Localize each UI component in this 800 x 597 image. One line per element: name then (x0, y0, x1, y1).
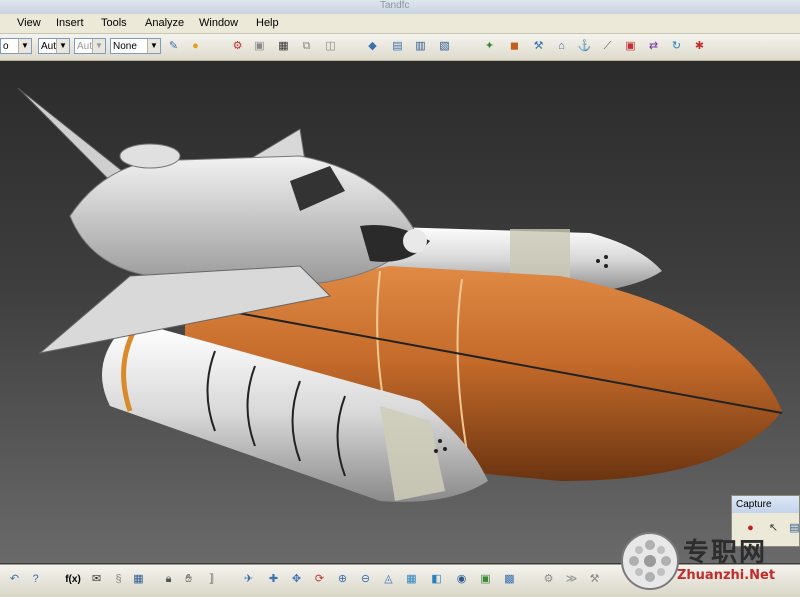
copy-icon[interactable]: ⧉ (298, 38, 315, 55)
swap-icon[interactable]: ⇄ (645, 38, 662, 55)
chevron-down-icon: ▼ (18, 39, 31, 53)
swap-visible-icon[interactable]: ▩ (501, 571, 518, 588)
chevron-down-icon: ▼ (56, 39, 69, 53)
watermark-chinese-text: 专职网 (683, 538, 768, 568)
combo-value: o (3, 41, 9, 52)
table-icon[interactable]: ▦ (130, 571, 147, 588)
zoom-out-icon[interactable]: ⊖ (357, 571, 374, 588)
snap-icon[interactable]: ⌂ (553, 38, 570, 55)
settings-icon-2[interactable]: ✱ (691, 38, 708, 55)
pan-icon[interactable]: ✚ (265, 571, 282, 588)
shading-icon[interactable]: ◉ (453, 571, 470, 588)
iso-view-icon[interactable]: ▦ (403, 571, 420, 588)
menu-bar: View Insert Tools Analyze Window Help (0, 14, 800, 34)
hand-icon[interactable]: ✋︎ (180, 571, 197, 588)
menu-insert[interactable]: Insert (56, 17, 84, 29)
freeze-icon[interactable]: ▣ (251, 38, 268, 55)
combo-value: None (113, 41, 137, 52)
measure-icon[interactable]: ⚙ (229, 38, 246, 55)
normal-view-icon[interactable]: ◬ (380, 571, 397, 588)
hide-show-icon[interactable]: ▣ (477, 571, 494, 588)
tree-icon[interactable]: ⚙ (540, 571, 557, 588)
space-shuttle-model (17, 87, 783, 502)
undo-icon[interactable]: ↶ (6, 571, 23, 588)
catalog-icon[interactable]: ▥ (412, 38, 429, 55)
combo-value: Aut (41, 41, 57, 52)
settings-icon[interactable]: ↻ (668, 38, 685, 55)
whats-this-icon[interactable]: ? (27, 571, 44, 588)
chevron-down-icon: ▼ (147, 39, 160, 53)
lock-icon[interactable]: 🔒︎ (160, 571, 177, 588)
line-weight-combo[interactable]: Aut ▼ (74, 38, 106, 54)
rotate-view-icon[interactable]: ⟳ (311, 571, 328, 588)
watermark: 专职网 Zhuanzhi.Net (617, 526, 800, 596)
window-title-bar: Tandfc (0, 0, 800, 14)
part-icon[interactable]: ◼ (506, 38, 523, 55)
param-icon[interactable]: § (110, 571, 127, 588)
cube-icon[interactable]: ◆ (364, 38, 381, 55)
clip-icon[interactable]: ⚓ (576, 38, 593, 55)
chevron-down-icon: ▼ (92, 39, 105, 53)
quick-icon[interactable]: ▣ (622, 38, 639, 55)
layer-combo[interactable]: None ▼ (110, 38, 161, 54)
measure-view-icon[interactable]: ⚒ (586, 571, 603, 588)
formula-icon[interactable]: f(x) (62, 571, 84, 588)
menu-view[interactable]: View (17, 17, 41, 29)
tool-icon[interactable]: ✦ (481, 38, 498, 55)
3d-viewport[interactable] (0, 61, 800, 563)
material-icon[interactable]: ● (187, 38, 204, 55)
comment-icon[interactable]: ✉ (88, 571, 105, 588)
pattern-icon[interactable]: ▤ (389, 38, 406, 55)
rotate-icon[interactable]: ⟋ (599, 38, 616, 55)
cube-view-icon[interactable]: ◧ (428, 571, 445, 588)
window-title: Tandfc (380, 0, 410, 11)
catalog-icon-2[interactable]: ▧ (436, 38, 453, 55)
watermark-logo (621, 532, 679, 590)
menu-window[interactable]: Window (199, 17, 238, 29)
view-mode-combo[interactable]: o ▼ (0, 38, 32, 54)
joint-icon[interactable]: ⚒ (530, 38, 547, 55)
combo-value: Aut (77, 41, 93, 52)
sketch-icon[interactable]: ◫ (322, 38, 339, 55)
fly-icon[interactable]: ✈ (240, 571, 257, 588)
painter-icon[interactable]: ✎ (165, 38, 182, 55)
top-toolbar: o ▼ Aut ▼ Aut ▼ None ▼ ✎ ● ⚙ ▣ ▦ ⧉ ◫ ◆ ▤… (0, 34, 800, 61)
move-icon[interactable]: ✥ (288, 571, 305, 588)
menu-help[interactable]: Help (256, 17, 279, 29)
line-type-combo[interactable]: Aut ▼ (38, 38, 70, 54)
image-icon[interactable]: ▦ (275, 38, 292, 55)
menu-tools[interactable]: Tools (101, 17, 127, 29)
select-icon[interactable]: ≫ (563, 571, 580, 588)
bracket-icon[interactable]: ⟧ (203, 571, 220, 588)
menu-analyze[interactable]: Analyze (145, 17, 184, 29)
watermark-english-text: Zhuanzhi.Net (677, 568, 776, 583)
capture-title: Capture (732, 496, 799, 513)
zoom-in-icon[interactable]: ⊕ (334, 571, 351, 588)
